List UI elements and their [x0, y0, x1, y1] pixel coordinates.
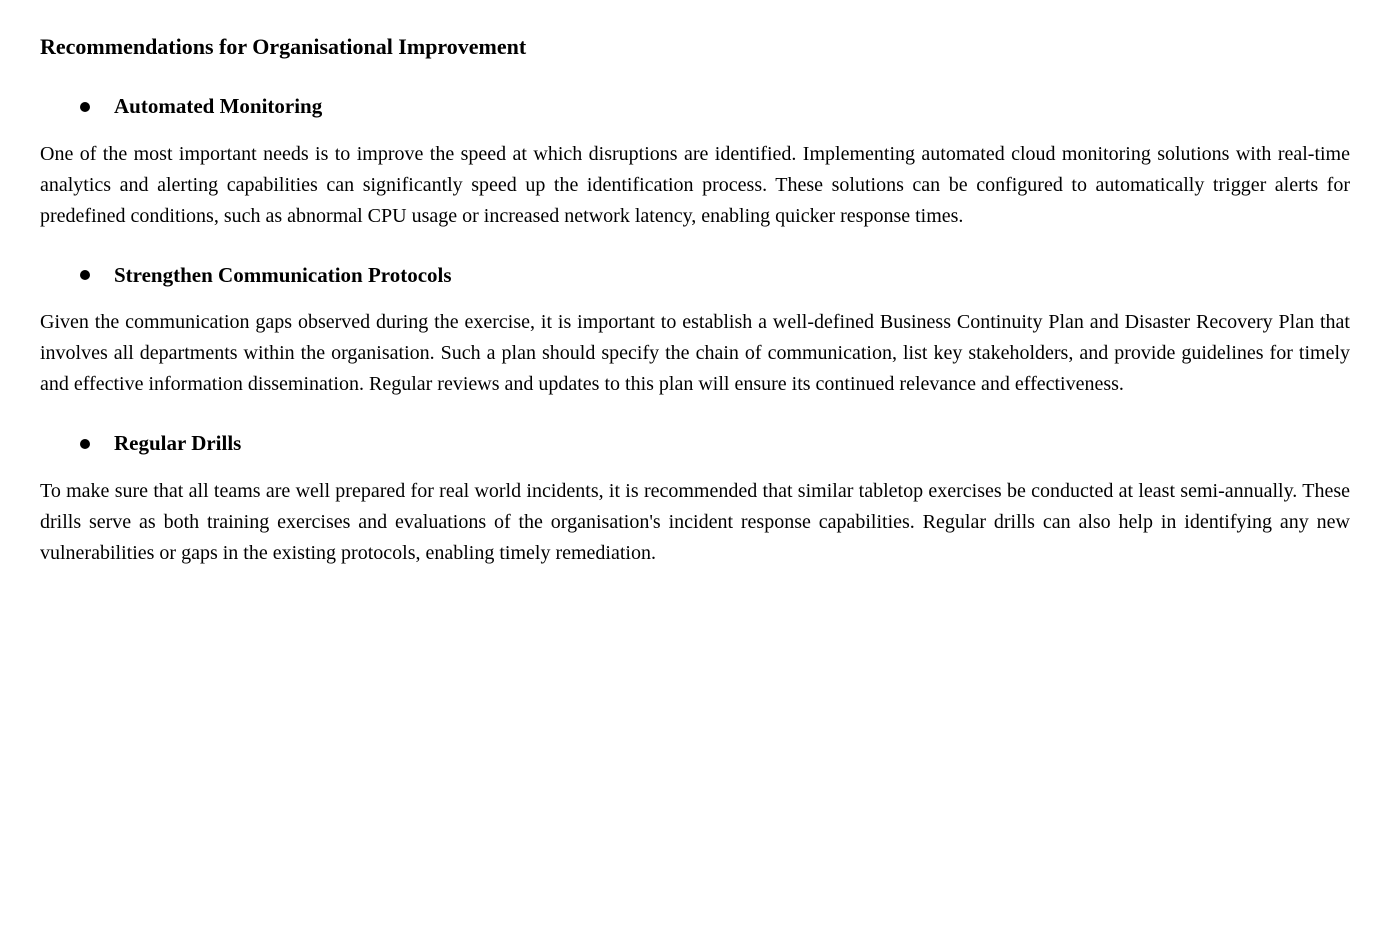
bullet-heading-automated-monitoring: Automated Monitoring	[114, 91, 322, 123]
bullet-dot-2	[80, 270, 90, 280]
paragraph-regular-drills: To make sure that all teams are well pre…	[40, 476, 1350, 569]
bullet-heading-row-1: Automated Monitoring	[40, 91, 1350, 123]
bullet-dot-1	[80, 102, 90, 112]
section-strengthen-communication: Strengthen Communication Protocols Given…	[40, 260, 1350, 401]
section-automated-monitoring: Automated Monitoring One of the most imp…	[40, 91, 1350, 232]
bullet-heading-row-3: Regular Drills	[40, 428, 1350, 460]
section-regular-drills: Regular Drills To make sure that all tea…	[40, 428, 1350, 569]
bullet-heading-strengthen-communication: Strengthen Communication Protocols	[114, 260, 452, 292]
main-heading: Recommendations for Organisational Impro…	[40, 30, 1350, 63]
bullet-heading-row-2: Strengthen Communication Protocols	[40, 260, 1350, 292]
bullet-dot-3	[80, 439, 90, 449]
page-container: Recommendations for Organisational Impro…	[40, 30, 1350, 569]
paragraph-automated-monitoring: One of the most important needs is to im…	[40, 139, 1350, 232]
paragraph-strengthen-communication: Given the communication gaps observed du…	[40, 307, 1350, 400]
bullet-heading-regular-drills: Regular Drills	[114, 428, 241, 460]
